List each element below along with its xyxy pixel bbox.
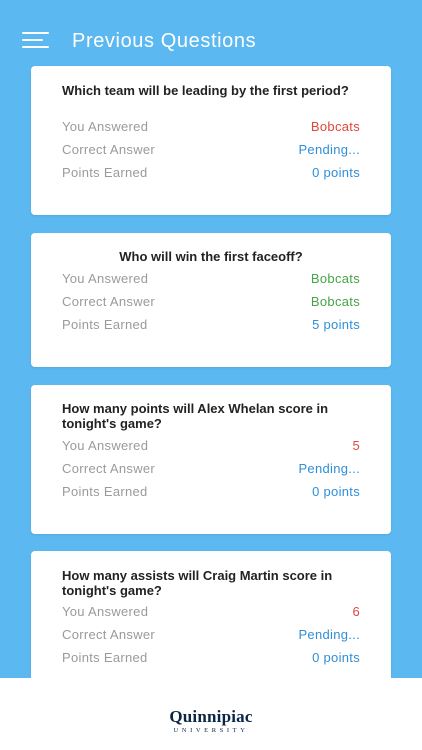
correct-answer-label: Correct Answer [62,142,156,157]
points-earned-row: Points Earned 5 points [62,317,360,333]
logo-subtitle: UNIVERSITY [173,727,249,734]
logo-name: Quinnipiac [169,707,253,726]
you-answered-value: 5 [352,438,360,453]
points-earned-label: Points Earned [62,484,148,499]
university-logo: Quinnipiac UNIVERSITY [0,708,422,735]
question-text: How many points will Alex Whelan score i… [62,401,329,431]
points-earned-row: Points Earned 0 points [62,650,360,666]
you-answered-row: You Answered 6 [62,604,360,620]
question-card[interactable]: Which team will be leading by the first … [31,66,391,215]
you-answered-label: You Answered [62,119,149,134]
question-card[interactable]: How many points will Alex Whelan score i… [31,385,391,534]
you-answered-value: Bobcats [310,271,360,286]
you-answered-row: You Answered 5 [62,438,360,454]
question-text: Which team will be leading by the first … [62,83,349,98]
question-card[interactable]: Who will win the first faceoff? You Answ… [31,233,391,367]
points-earned-row: Points Earned 0 points [62,484,360,500]
correct-answer-label: Correct Answer [62,294,156,309]
points-earned-label: Points Earned [62,650,148,665]
you-answered-label: You Answered [62,271,149,286]
correct-answer-value: Pending... [298,142,360,157]
correct-answer-row: Correct Answer Pending... [62,142,360,158]
you-answered-label: You Answered [62,604,149,619]
you-answered-row: You Answered Bobcats [62,271,360,287]
points-earned-label: Points Earned [62,165,148,180]
hamburger-menu-icon[interactable] [22,32,49,50]
points-earned-value: 0 points [312,484,360,499]
correct-answer-value: Pending... [298,461,360,476]
correct-answer-value: Bobcats [310,294,360,309]
points-earned-row: Points Earned 0 points [62,165,360,181]
app-screen: Previous Questions Which team will be le… [0,0,422,678]
points-earned-label: Points Earned [62,317,148,332]
correct-answer-value: Pending... [298,627,360,642]
you-answered-row: You Answered Bobcats [62,119,360,135]
question-text: How many assists will Craig Martin score… [62,568,333,598]
points-earned-value: 5 points [312,317,360,332]
correct-answer-row: Correct Answer Pending... [62,461,360,477]
you-answered-value: Bobcats [310,119,360,134]
header-bar: Previous Questions [0,0,422,66]
correct-answer-row: Correct Answer Pending... [62,627,360,643]
question-text: Who will win the first faceoff? [119,249,303,264]
footer-bar: Quinnipiac UNIVERSITY [0,678,422,750]
you-answered-value: 6 [352,604,360,619]
question-card[interactable]: How many assists will Craig Martin score… [31,551,391,678]
page-title: Previous Questions [72,30,257,52]
you-answered-label: You Answered [62,438,149,453]
points-earned-value: 0 points [312,165,360,180]
correct-answer-row: Correct Answer Bobcats [62,294,360,310]
points-earned-value: 0 points [312,650,360,665]
correct-answer-label: Correct Answer [62,627,156,642]
correct-answer-label: Correct Answer [62,461,156,476]
